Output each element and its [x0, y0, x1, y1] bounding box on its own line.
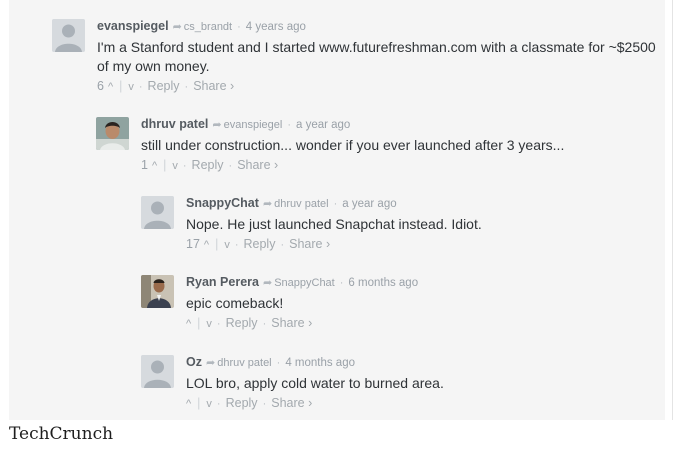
reply-to-link[interactable]: evanspiegel [224, 119, 283, 131]
default-avatar-icon[interactable] [141, 196, 174, 229]
comment-author[interactable]: dhruv patel [141, 117, 208, 131]
comment-text: Nope. He just launched Snapchat instead.… [186, 216, 482, 232]
separator: · [339, 277, 344, 289]
upvote-icon[interactable]: ^ [204, 239, 209, 251]
reply-button[interactable]: Reply [192, 158, 224, 172]
user-photo-avatar[interactable] [141, 275, 174, 308]
default-avatar-icon[interactable] [141, 355, 174, 388]
vote-count: 6 [97, 79, 104, 93]
reply-arrow-icon: ➦ [212, 119, 222, 131]
default-avatar-icon[interactable] [52, 19, 85, 52]
reply-arrow-icon: ➦ [262, 198, 273, 210]
reply-button[interactable]: Reply [244, 237, 276, 251]
share-button[interactable]: Share › [289, 237, 330, 251]
comment-author[interactable]: evanspiegel [97, 19, 169, 33]
reply-arrow-icon: ➦ [205, 357, 216, 369]
comment-timestamp[interactable]: 4 years ago [246, 21, 306, 33]
comment-text: I'm a Stanford student and I started www… [97, 39, 656, 74]
share-button[interactable]: Share › [193, 79, 234, 93]
comment-timestamp[interactable]: a year ago [342, 198, 396, 210]
reply-to-link[interactable]: dhruv patel [217, 357, 271, 369]
reply-to-link[interactable]: dhruv patel [274, 198, 328, 210]
comment-timestamp[interactable]: a year ago [296, 119, 350, 131]
vote-count: 17 [186, 237, 200, 251]
downvote-icon[interactable]: v [224, 239, 230, 251]
upvote-icon[interactable]: ^ [186, 318, 191, 330]
reply-button[interactable]: Reply [226, 316, 258, 330]
comment-author[interactable]: Ryan Perera [186, 275, 259, 289]
reply-arrow-icon: ➦ [172, 21, 182, 33]
comment-timestamp[interactable]: 6 months ago [348, 277, 418, 289]
downvote-icon[interactable]: v [172, 160, 178, 172]
separator: · [333, 198, 338, 210]
scrollbar-track[interactable] [672, 0, 673, 420]
separator: · [276, 357, 281, 369]
share-button[interactable]: Share › [237, 158, 278, 172]
separator: · [237, 21, 241, 33]
comment-text: still under construction... wonder if yo… [141, 137, 565, 153]
share-button[interactable]: Share › [271, 316, 312, 330]
upvote-icon[interactable]: ^ [186, 398, 191, 410]
reply-button[interactable]: Reply [148, 79, 180, 93]
user-photo-avatar[interactable] [96, 117, 129, 150]
comment-text: LOL bro, apply cold water to burned area… [186, 375, 444, 391]
downvote-icon[interactable]: v [206, 318, 212, 330]
downvote-icon[interactable]: v [206, 398, 212, 410]
comment-text: epic comeback! [186, 295, 284, 311]
share-button[interactable]: Share › [271, 396, 312, 410]
comment-author[interactable]: SnappyChat [186, 196, 259, 210]
reply-button[interactable]: Reply [226, 396, 258, 410]
image-caption: TechCrunch [9, 424, 114, 444]
downvote-icon[interactable]: v [128, 81, 134, 93]
comment-author[interactable]: Oz [186, 355, 202, 369]
separator: · [287, 119, 291, 131]
upvote-icon[interactable]: ^ [108, 81, 113, 93]
reply-to-link[interactable]: SnappyChat [274, 277, 335, 289]
reply-to-link[interactable]: cs_brandt [184, 21, 232, 33]
reply-arrow-icon: ➦ [262, 277, 273, 289]
upvote-icon[interactable]: ^ [152, 160, 157, 172]
comment-timestamp[interactable]: 4 months ago [285, 357, 355, 369]
vote-count: 1 [141, 158, 148, 172]
